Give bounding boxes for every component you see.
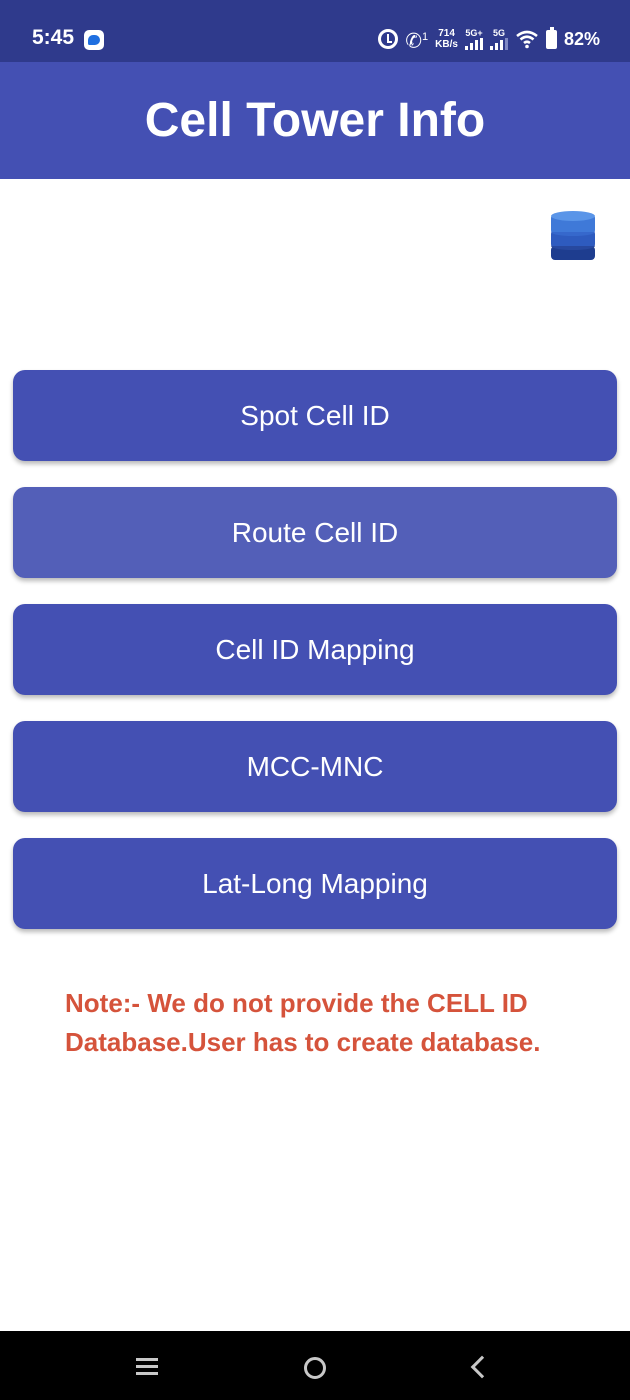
route-cell-id-button[interactable]: Route Cell ID — [13, 487, 617, 578]
battery-icon — [545, 26, 557, 49]
speed-unit: KB/s — [435, 39, 458, 50]
network-speed: 714 KB/s — [435, 28, 458, 50]
wifi-call-icon: ✆1 — [405, 30, 429, 53]
spot-cell-id-button[interactable]: Spot Cell ID — [13, 370, 617, 461]
call-indicator: 1 — [422, 30, 429, 43]
speed-value: 714 — [438, 28, 455, 39]
recents-icon[interactable] — [136, 1358, 158, 1376]
battery-percent: 82% — [563, 28, 600, 49]
signal-icon: 5G+ — [464, 28, 483, 50]
sim1-label: 5G+ — [465, 28, 483, 38]
cell-id-mapping-button[interactable]: Cell ID Mapping — [13, 604, 617, 695]
mcc-mnc-button[interactable]: MCC-MNC — [13, 721, 617, 812]
database-note: Note:- We do not provide the CELL ID Dat… — [65, 988, 541, 1057]
lat-long-mapping-button[interactable]: Lat-Long Mapping — [13, 838, 617, 929]
status-icons: ✆1 714 KB/s 5G+ 5G 82% — [378, 24, 600, 54]
page-title: Cell Tower Info — [144, 94, 486, 147]
main-menu: Spot Cell ID Route Cell ID Cell ID Mappi… — [13, 370, 617, 955]
sim2-label: 5G — [492, 28, 505, 38]
messenger-icon — [84, 30, 104, 50]
alarm-icon — [378, 29, 399, 49]
status-time: 5:45 — [32, 26, 75, 49]
database-icon[interactable] — [549, 208, 597, 264]
signal-icon-sim2: 5G — [489, 28, 508, 50]
app-bar: Cell Tower Info — [0, 62, 630, 179]
home-icon[interactable] — [304, 1357, 326, 1379]
wifi-icon — [516, 30, 538, 49]
status-bar: 5:45 ✆1 714 KB/s 5G+ 5G 82% — [0, 0, 630, 62]
